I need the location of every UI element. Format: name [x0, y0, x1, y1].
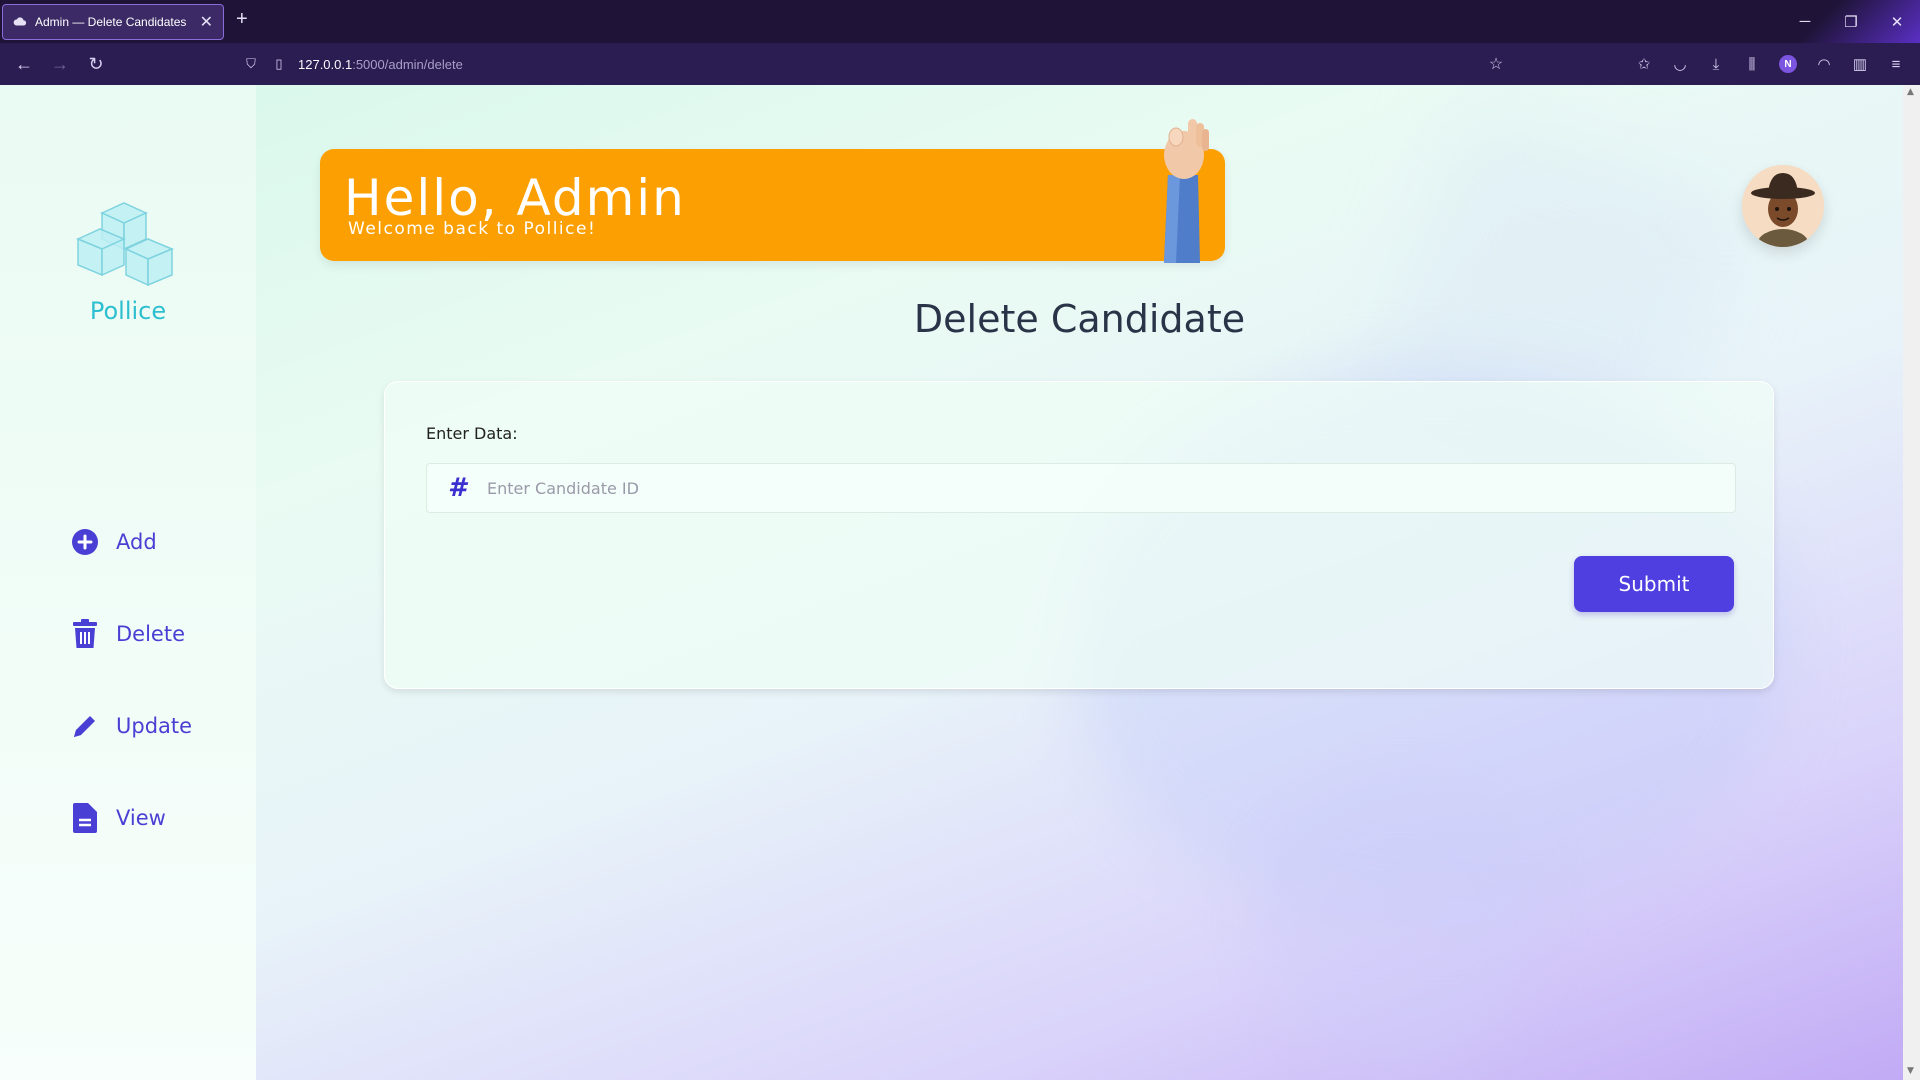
profile-letter: N [1779, 55, 1797, 73]
scroll-up-icon[interactable]: ▲ [1907, 87, 1914, 97]
page: Pollice Add Delete Update View Hello, Ad… [0, 85, 1920, 1080]
background-shape [1260, 785, 1540, 1065]
forward-arrow-icon[interactable]: → [42, 43, 78, 85]
tab-close-icon[interactable]: ✕ [200, 12, 213, 32]
extension-arch-icon[interactable]: ◠ [1806, 43, 1842, 85]
delete-form-card: Enter Data: # Submit [384, 381, 1774, 689]
sidebar-item-label: Delete [116, 622, 185, 646]
url-path: :5000/admin/delete [352, 56, 463, 72]
url-host: 127.0.0.1 [298, 56, 353, 72]
plus-circle-icon [70, 527, 100, 557]
sidebar-item-delete[interactable]: Delete [70, 619, 185, 649]
sidebar: Pollice Add Delete Update View [0, 85, 256, 1080]
trash-icon [70, 619, 100, 649]
field-label: Enter Data: [426, 424, 518, 443]
candidate-id-field[interactable]: # [426, 463, 1736, 513]
bookmark-star-icon[interactable]: ☆ [1478, 54, 1514, 74]
sidebar-item-update[interactable]: Update [70, 711, 192, 741]
scrollbar[interactable]: ▲ ▼ [1903, 85, 1920, 1080]
cloud-favicon-icon [13, 17, 27, 26]
browser-tab[interactable]: Admin — Delete Candidates ✕ [2, 4, 224, 40]
reload-icon[interactable]: ↻ [78, 43, 114, 85]
sidebar-item-add[interactable]: Add [70, 527, 157, 557]
welcome-subtitle: Welcome back to Pollice! [348, 219, 597, 239]
menu-icon[interactable]: ≡ [1878, 43, 1914, 85]
scroll-down-icon[interactable]: ▼ [1907, 1066, 1914, 1076]
sidebar-item-view[interactable]: View [70, 803, 166, 833]
document-icon [70, 803, 100, 833]
pencil-icon [70, 711, 100, 741]
sidebar-item-label: View [116, 806, 166, 830]
library-icon[interactable]: ⫼ [1734, 43, 1770, 85]
cubes-logo-icon [76, 202, 174, 287]
ok-hand-illustration-icon [1164, 119, 1209, 263]
new-tab-button[interactable]: + [236, 8, 248, 31]
extension-star-icon[interactable]: ✩ [1626, 43, 1662, 85]
restore-icon[interactable]: ❐ [1828, 0, 1874, 43]
sidebar-item-label: Update [116, 714, 193, 738]
window-close-icon[interactable]: ✕ [1874, 0, 1920, 43]
pocket-icon[interactable]: ◡ [1662, 43, 1698, 85]
profile-button[interactable]: N [1770, 43, 1806, 85]
page-title: Delete Candidate [913, 297, 1246, 341]
hash-icon: # [447, 473, 467, 503]
download-icon[interactable]: ⤓ [1698, 43, 1734, 85]
browser-nav-bar: ← → ↻ ⛉ ▯ 127.0.0.1:5000/admin/delete ☆ … [0, 43, 1920, 85]
address-bar[interactable]: ⛉ ▯ 127.0.0.1:5000/admin/delete ☆ [232, 48, 1514, 80]
sidebar-item-label: Add [116, 530, 157, 554]
tab-title: Admin — Delete Candidates [35, 15, 187, 29]
minimize-icon[interactable]: ─ [1782, 0, 1828, 43]
shield-icon[interactable]: ⛉ [242, 56, 260, 72]
submit-button[interactable]: Submit [1574, 556, 1734, 612]
back-arrow-icon[interactable]: ← [6, 43, 42, 85]
welcome-banner: Hello, Admin Welcome back to Pollice! [320, 119, 1225, 263]
admin-avatar[interactable] [1742, 165, 1824, 247]
browser-tab-bar: Admin — Delete Candidates ✕ + ─ ❐ ✕ [0, 0, 1920, 43]
candidate-id-input[interactable] [487, 464, 1735, 512]
page-icon: ▯ [275, 56, 283, 71]
brand-name: Pollice [89, 297, 167, 325]
extension-grid-icon[interactable]: ▥ [1842, 43, 1878, 85]
cowboy-avatar-icon [1742, 165, 1824, 247]
